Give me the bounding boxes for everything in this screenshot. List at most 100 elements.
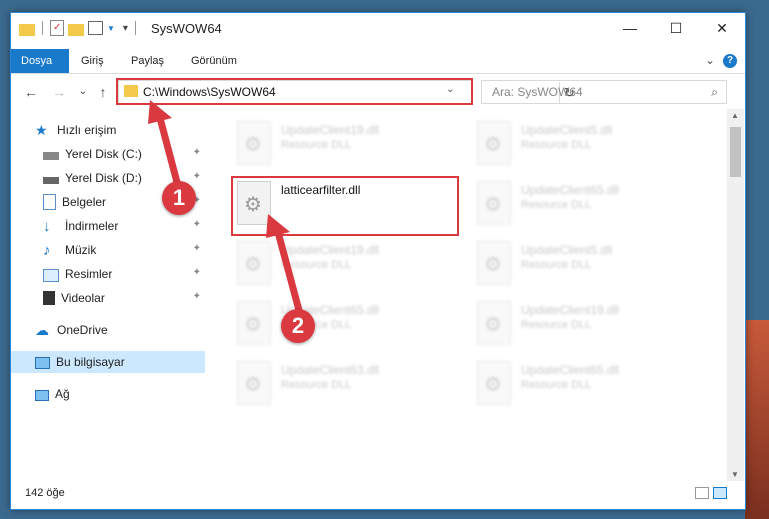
file-name: UpdateClient19.dll xyxy=(521,303,620,317)
properties-icon[interactable]: ✓ xyxy=(50,20,64,36)
minimize-button[interactable]: — xyxy=(607,13,653,43)
sidebar-item-label: Yerel Disk (C:) xyxy=(65,147,142,161)
up-button[interactable]: ↑ xyxy=(95,83,111,101)
scroll-up-icon[interactable]: ▲ xyxy=(731,111,739,120)
sidebar-item-label: Belgeler xyxy=(62,195,107,209)
sidebar-item-label: İndirmeler xyxy=(65,219,119,233)
toolbar-separator xyxy=(134,21,136,35)
sidebar-item-downloads[interactable]: ↓ İndirmeler ✦ xyxy=(11,215,205,237)
sidebar-item-label: OneDrive xyxy=(57,323,108,337)
file-description: Resource DLL xyxy=(521,259,592,271)
pin-icon[interactable]: ✦ xyxy=(193,243,201,254)
sidebar-item-label: Ağ xyxy=(55,387,70,401)
sidebar-item-videos[interactable]: Videolar ✦ xyxy=(11,287,205,309)
large-icons-view-button[interactable] xyxy=(713,487,727,499)
tab-gorunum[interactable]: Görünüm xyxy=(181,49,247,73)
dll-file-icon xyxy=(477,301,511,345)
file-item[interactable]: UpdateClient65.dll Resource DLL xyxy=(477,357,707,413)
cloud-icon: ☁ xyxy=(35,322,49,338)
file-item-latticearfilter[interactable]: latticearfilter.dll xyxy=(237,177,467,233)
pin-icon[interactable]: ✦ xyxy=(193,147,201,158)
network-icon xyxy=(35,390,49,401)
sidebar-item-this-pc[interactable]: Bu bilgisayar xyxy=(11,351,205,373)
file-name: UpdateClient5.dll xyxy=(521,243,613,257)
help-icon[interactable]: ? xyxy=(723,54,737,68)
search-input[interactable]: Ara: SysWOW64 ⌕ xyxy=(481,80,727,104)
maximize-button[interactable]: ☐ xyxy=(653,13,699,43)
ribbon-expand-icon[interactable]: ⌄ xyxy=(705,53,715,67)
file-description: Resource DLL xyxy=(281,139,352,151)
file-description: Resource DLL xyxy=(521,199,592,211)
file-item[interactable]: UpdateClient5.dll Resource DLL xyxy=(477,237,707,293)
vertical-scrollbar[interactable]: ▲ ▼ xyxy=(727,109,744,481)
scroll-down-icon[interactable]: ▼ xyxy=(731,470,739,479)
file-item[interactable]: UpdateClient19.dll Resource DLL xyxy=(477,297,707,353)
pin-icon[interactable]: ✦ xyxy=(193,291,201,302)
sidebar-item-onedrive[interactable]: ☁ OneDrive xyxy=(11,319,205,341)
pin-icon[interactable]: ✦ xyxy=(193,171,201,182)
tab-dosya[interactable]: Dosya xyxy=(11,49,69,73)
pin-icon[interactable]: ✦ xyxy=(193,267,201,278)
callout-badge-1: 1 xyxy=(162,181,196,215)
status-bar: 142 öğe xyxy=(11,479,745,509)
window-title: SysWOW64 xyxy=(151,21,222,36)
dll-file-icon xyxy=(477,121,511,165)
file-name: UpdateClient19.dll xyxy=(281,243,380,257)
sidebar-item-label: Müzik xyxy=(65,243,97,257)
sidebar-item-quick-access[interactable]: ★ Hızlı erişim xyxy=(11,119,205,141)
scrollbar-thumb[interactable] xyxy=(730,127,741,177)
file-name: UpdateClient65.dll xyxy=(521,183,620,197)
file-description: Resource DLL xyxy=(281,259,352,271)
drive-icon xyxy=(43,152,59,160)
sidebar-item-network[interactable]: Ağ xyxy=(11,383,205,405)
file-item[interactable]: UpdateClient19.dll Resource DLL xyxy=(237,237,467,293)
forward-button[interactable]: → xyxy=(51,83,67,101)
address-bar[interactable]: C:\Windows\SysWOW64 ⌄ ↻ xyxy=(118,80,575,104)
tab-paylas[interactable]: Paylaş xyxy=(121,49,174,73)
videos-icon xyxy=(43,291,55,305)
recent-locations-button[interactable]: ⌄ xyxy=(75,83,91,101)
ribbon-tabs: Dosya Giriş Paylaş Görünüm ⌄ ? xyxy=(11,49,745,74)
file-description: Resource DLL xyxy=(281,379,352,391)
file-item[interactable]: UpdateClient19.dll Resource DLL xyxy=(237,117,467,173)
dll-file-icon xyxy=(237,361,271,405)
search-placeholder: Ara: SysWOW64 xyxy=(492,85,583,99)
music-icon: ♪ xyxy=(43,242,51,259)
sidebar-item-label: Yerel Disk (D:) xyxy=(65,171,142,185)
customize-view-icon[interactable] xyxy=(88,21,103,35)
file-item[interactable]: UpdateClient5.dll Resource DLL xyxy=(477,117,707,173)
file-name: UpdateClient65.dll xyxy=(521,363,620,377)
sidebar-item-local-disk-c[interactable]: Yerel Disk (C:) ✦ xyxy=(11,143,205,165)
qat-dropdown-icon[interactable]: ▼ xyxy=(107,24,115,33)
file-item[interactable]: UpdateClient63.dll Resource DLL xyxy=(237,357,467,413)
tab-giris[interactable]: Giriş xyxy=(71,49,114,73)
back-button[interactable]: ← xyxy=(23,83,39,101)
navigation-bar: ← → ⌄ ↑ C:\Windows\SysWOW64 ⌄ ↻ Ara: Sys… xyxy=(11,79,745,105)
toolbar-separator xyxy=(42,21,43,35)
qat-menu-icon[interactable]: ▾ xyxy=(123,23,128,34)
folder-icon[interactable] xyxy=(19,23,35,36)
sidebar-item-label: Resimler xyxy=(65,267,113,281)
sidebar-item-label: Hızlı erişim xyxy=(57,123,117,137)
address-dropdown-icon[interactable]: ⌄ xyxy=(446,84,454,95)
sidebar-item-pictures[interactable]: Resimler ✦ xyxy=(11,263,205,285)
dll-file-icon xyxy=(237,241,271,285)
dll-file-icon xyxy=(237,181,271,225)
dll-file-icon xyxy=(477,361,511,405)
dll-file-icon xyxy=(477,241,511,285)
file-name: UpdateClient5.dll xyxy=(521,123,613,137)
file-item[interactable]: UpdateClient65.dll Resource DLL xyxy=(237,297,467,353)
new-folder-icon[interactable] xyxy=(68,23,84,36)
details-view-button[interactable] xyxy=(695,487,709,499)
pictures-icon xyxy=(43,268,59,282)
file-description: Resource DLL xyxy=(521,319,592,331)
file-item[interactable]: UpdateClient65.dll Resource DLL xyxy=(477,177,707,233)
sidebar-item-music[interactable]: ♪ Müzik ✦ xyxy=(11,239,205,261)
dll-file-icon xyxy=(477,181,511,225)
address-path: C:\Windows\SysWOW64 xyxy=(143,85,276,99)
file-name: UpdateClient63.dll xyxy=(281,363,380,377)
pin-icon[interactable]: ✦ xyxy=(193,219,201,230)
dll-file-icon xyxy=(237,301,271,345)
close-button[interactable]: ✕ xyxy=(699,13,745,43)
sidebar-item-label: Videolar xyxy=(61,291,105,305)
